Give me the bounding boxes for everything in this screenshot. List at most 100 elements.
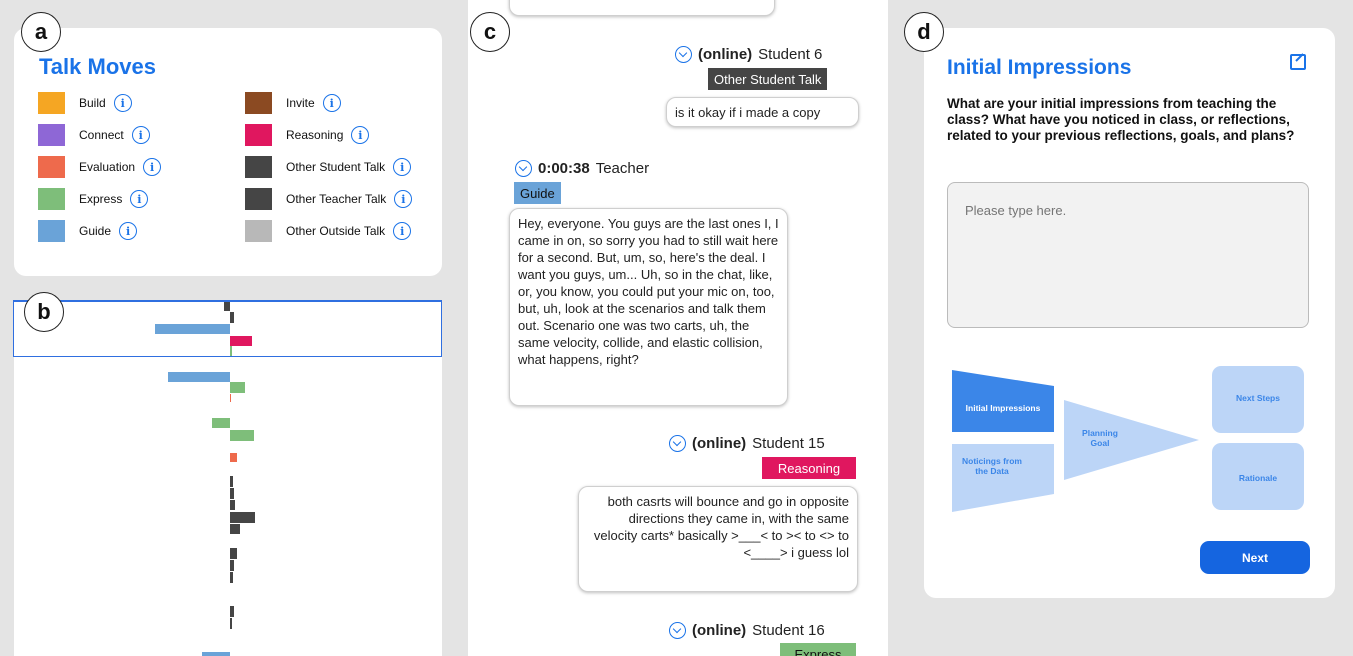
legend-item: Build i [38, 92, 132, 114]
legend-label: Connect [79, 128, 124, 142]
message-status: (online) [692, 622, 747, 639]
message-status: (online) [698, 46, 753, 63]
message-speaker: Student 15 [752, 435, 825, 452]
legend-swatch [245, 188, 272, 210]
info-icon[interactable]: i [113, 94, 132, 112]
message-speaker: Student 6 [758, 46, 823, 63]
timeline-bar[interactable] [230, 606, 234, 617]
panel-label-c: c [470, 12, 510, 52]
legend-item: Reasoning i [245, 124, 370, 146]
timeline-bar[interactable] [230, 488, 234, 499]
message-bubble: Hey, everyone. You guys are the last one… [509, 208, 788, 406]
reflection-title: Initial Impressions [947, 56, 1132, 79]
message-timestamp: 0:00:38 [538, 160, 590, 177]
talk-move-tag: Guide [514, 182, 561, 204]
timeline-bar[interactable] [230, 512, 255, 523]
flow-label-noticings: Noticings from the Data [962, 456, 1022, 476]
chevron-down-icon[interactable] [669, 622, 686, 639]
flow-label-planning: Planning Goal [1082, 428, 1118, 448]
talk-move-tag: Other Student Talk [708, 68, 828, 90]
reflection-card: Initial Impressions What are your initia… [924, 28, 1335, 598]
legend-item: Guide i [38, 220, 138, 242]
chevron-down-icon[interactable] [675, 46, 692, 63]
message-speaker: Student 16 [752, 622, 825, 639]
timeline-bar[interactable] [230, 560, 234, 571]
legend-item: Express i [38, 188, 149, 210]
legend-label: Express [79, 192, 123, 206]
talk-moves-title: Talk Moves [39, 54, 156, 79]
reflection-input[interactable] [947, 182, 1309, 328]
chevron-down-icon[interactable] [515, 160, 532, 177]
legend-item: Invite i [245, 92, 341, 114]
external-link-icon[interactable] [1290, 54, 1306, 70]
timeline-bar[interactable] [230, 548, 237, 559]
flow-label-initial: Initial Impressions [965, 403, 1041, 413]
legend-item: Evaluation i [38, 156, 162, 178]
timeline-bar[interactable] [230, 453, 237, 462]
timeline-bar[interactable] [230, 524, 240, 534]
timeline-bar[interactable] [230, 476, 233, 487]
talk-moves-legend-card: Talk Moves Build i Connect i Evaluation i Expr… [14, 28, 442, 276]
info-icon[interactable]: i [351, 126, 370, 144]
legend-swatch [245, 220, 272, 242]
legend-swatch [38, 188, 65, 210]
timeline-bar[interactable] [212, 418, 230, 428]
transcript-panel[interactable]: (online) Student 6 Other Student Talk is… [473, 0, 883, 656]
legend-label: Evaluation [79, 160, 136, 174]
chevron-down-icon[interactable] [669, 435, 686, 452]
panel-label-d: d [904, 12, 944, 52]
info-icon[interactable]: i [143, 158, 162, 176]
timeline-bar[interactable] [230, 500, 235, 510]
legend-swatch [245, 156, 272, 178]
legend-swatch [38, 124, 65, 146]
flow-label-next-steps: Next Steps [1236, 393, 1280, 403]
info-icon[interactable]: i [322, 94, 341, 112]
flow-step-initial[interactable] [952, 370, 1054, 432]
legend-label: Other Outside Talk [286, 224, 386, 238]
reflection-flow-diagram [952, 366, 1304, 512]
flow-step-noticings[interactable] [952, 444, 1054, 512]
next-button[interactable]: Next [1200, 541, 1310, 574]
legend-swatch [245, 124, 272, 146]
timeline-bar[interactable] [230, 618, 232, 629]
panel-label-a: a [21, 12, 61, 52]
timeline-bar[interactable] [230, 382, 245, 393]
legend-item: Other Teacher Talk i [245, 188, 413, 210]
panel-label-b: b [24, 292, 64, 332]
timeline-selection-window[interactable] [13, 300, 442, 357]
legend-swatch [38, 92, 65, 114]
legend-item: Other Student Talk i [245, 156, 412, 178]
legend-item: Other Outside Talk i [245, 220, 412, 242]
info-icon[interactable]: i [130, 190, 149, 208]
legend-label: Invite [286, 96, 315, 110]
timeline-bar[interactable] [230, 430, 254, 441]
legend-label: Reasoning [286, 128, 344, 142]
legend-label: Guide [79, 224, 112, 238]
message-header: (online) Student 6 [675, 46, 822, 63]
legend-swatch [245, 92, 272, 114]
info-icon[interactable]: i [393, 158, 412, 176]
message-header: (online) Student 16 [669, 622, 825, 639]
message-bubble: is it okay if i made a copy [666, 97, 859, 127]
legend-label: Other Teacher Talk [286, 192, 387, 206]
talk-move-tag: Reasoning [762, 457, 856, 479]
legend-item: Connect i [38, 124, 150, 146]
timeline-bar[interactable] [230, 572, 233, 583]
message-bubble: both casrts will bounce and go in opposi… [578, 486, 858, 592]
legend-label: Other Student Talk [286, 160, 386, 174]
message-header: (online) Student 15 [669, 435, 825, 452]
info-icon[interactable]: i [393, 222, 412, 240]
info-icon[interactable]: i [119, 222, 138, 240]
reflection-question: What are your initial impressions from t… [947, 96, 1295, 143]
timeline-bar[interactable] [230, 394, 231, 402]
transcript-bubble-previous [509, 0, 775, 16]
legend-swatch [38, 156, 65, 178]
timeline-bar[interactable] [202, 652, 230, 656]
timeline-bar[interactable] [168, 372, 230, 382]
legend-swatch [38, 220, 65, 242]
flow-label-rationale: Rationale [1238, 473, 1278, 483]
info-icon[interactable]: i [131, 126, 150, 144]
legend-label: Build [79, 96, 106, 110]
message-header: 0:00:38 Teacher [515, 160, 649, 177]
info-icon[interactable]: i [394, 190, 413, 208]
